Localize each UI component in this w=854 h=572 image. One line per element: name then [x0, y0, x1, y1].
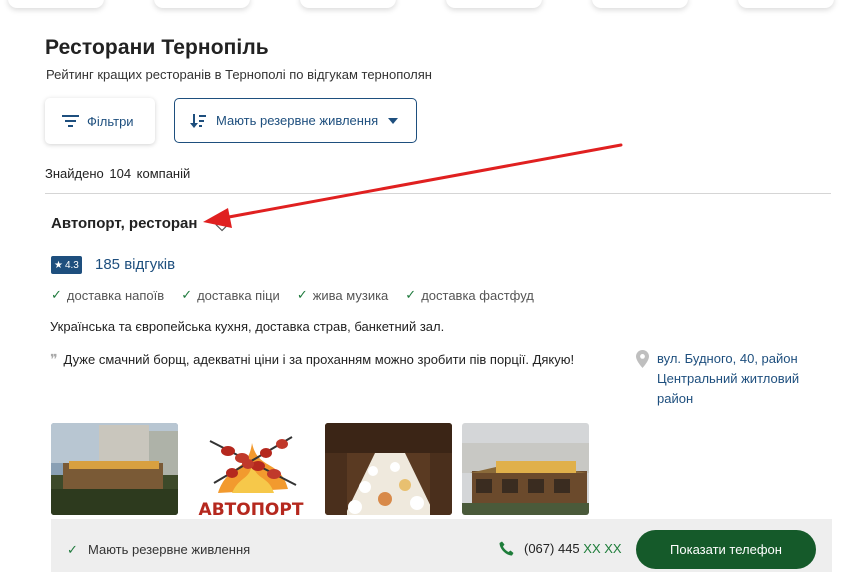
photo-sign-text: АВТОПОРТ [199, 500, 304, 515]
filters-label: Фільтри [87, 113, 134, 129]
phone-number: (067) 445 ХХ ХХ [524, 541, 622, 556]
location-pin-icon [636, 350, 649, 368]
feature-item: ✓ доставка фастфуд [405, 287, 534, 303]
results-count: Знайдено 104 компаній [45, 166, 191, 181]
page-subtitle: Рейтинг кращих ресторанів в Тернополі по… [46, 67, 432, 82]
category-card[interactable] [8, 0, 104, 8]
footer-feature: Мають резервне живлення [88, 542, 251, 557]
review-snippet: ❞ Дуже смачний борщ, адекватні ціни і за … [50, 349, 590, 370]
category-card[interactable] [300, 0, 396, 8]
divider [45, 193, 831, 194]
check-icon: ✓ [181, 287, 193, 302]
feature-item: ✓ доставка піци [181, 287, 280, 303]
phone-masked: ХХ ХХ [583, 541, 622, 556]
heart-icon[interactable] [214, 217, 230, 232]
phone-icon [499, 541, 514, 556]
filter-icon [62, 115, 79, 127]
category-card[interactable] [446, 0, 542, 8]
photo-building[interactable] [51, 423, 178, 515]
sort-select[interactable]: Мають резервне живлення [174, 98, 417, 143]
company-description: Українська та європейська кухня, доставк… [50, 319, 445, 334]
photo-logo[interactable]: АВТОПОРТ [188, 423, 315, 515]
feature-label: доставка напоїв [66, 287, 165, 303]
sort-icon [190, 113, 206, 128]
feature-label: доставка фастфуд [421, 287, 534, 303]
page-title: Ресторани Тернопіль [45, 36, 269, 59]
category-card[interactable] [154, 0, 250, 8]
reviews-link[interactable]: 185 відгуків [95, 256, 175, 273]
phone-visible: (067) 445 [524, 541, 580, 556]
photo-facade[interactable] [462, 423, 589, 515]
company-address[interactable]: вул. Будного, 40, район Центральний житл… [657, 349, 837, 409]
show-phone-button[interactable]: Показати телефон [636, 530, 816, 569]
filters-button[interactable]: Фільтри [45, 98, 155, 144]
star-icon: ★ [54, 259, 63, 271]
feature-label: доставка піци [197, 287, 280, 303]
check-icon: ✓ [67, 542, 78, 557]
review-text: Дуже смачний борщ, адекватні ціни і за п… [63, 352, 575, 367]
feature-list: ✓ доставка напоїв ✓ доставка піци ✓ жива му… [51, 287, 551, 303]
category-card[interactable] [738, 0, 834, 8]
feature-label: жива музика [312, 287, 389, 303]
feature-item: ✓ доставка напоїв [51, 287, 164, 303]
rating-badge: ★ 4.3 [51, 256, 82, 274]
feature-item: ✓ жива музика [297, 287, 388, 303]
check-icon: ✓ [296, 287, 308, 302]
category-card[interactable] [592, 0, 688, 8]
quote-icon: ❞ [50, 351, 58, 367]
rating-value: 4.3 [64, 259, 79, 271]
caret-down-icon [388, 117, 399, 124]
sort-value: Мають резервне живлення [216, 113, 379, 128]
check-icon: ✓ [51, 287, 62, 302]
photo-gallery: АВТОПОРТ [51, 423, 599, 515]
top-category-cards [0, 0, 854, 14]
company-name[interactable]: Автопорт, ресторан [51, 215, 197, 232]
card-footer: ✓ Мають резервне живлення (067) 445 ХХ Х… [51, 519, 832, 572]
photo-interior[interactable] [325, 423, 452, 515]
check-icon: ✓ [405, 287, 417, 302]
